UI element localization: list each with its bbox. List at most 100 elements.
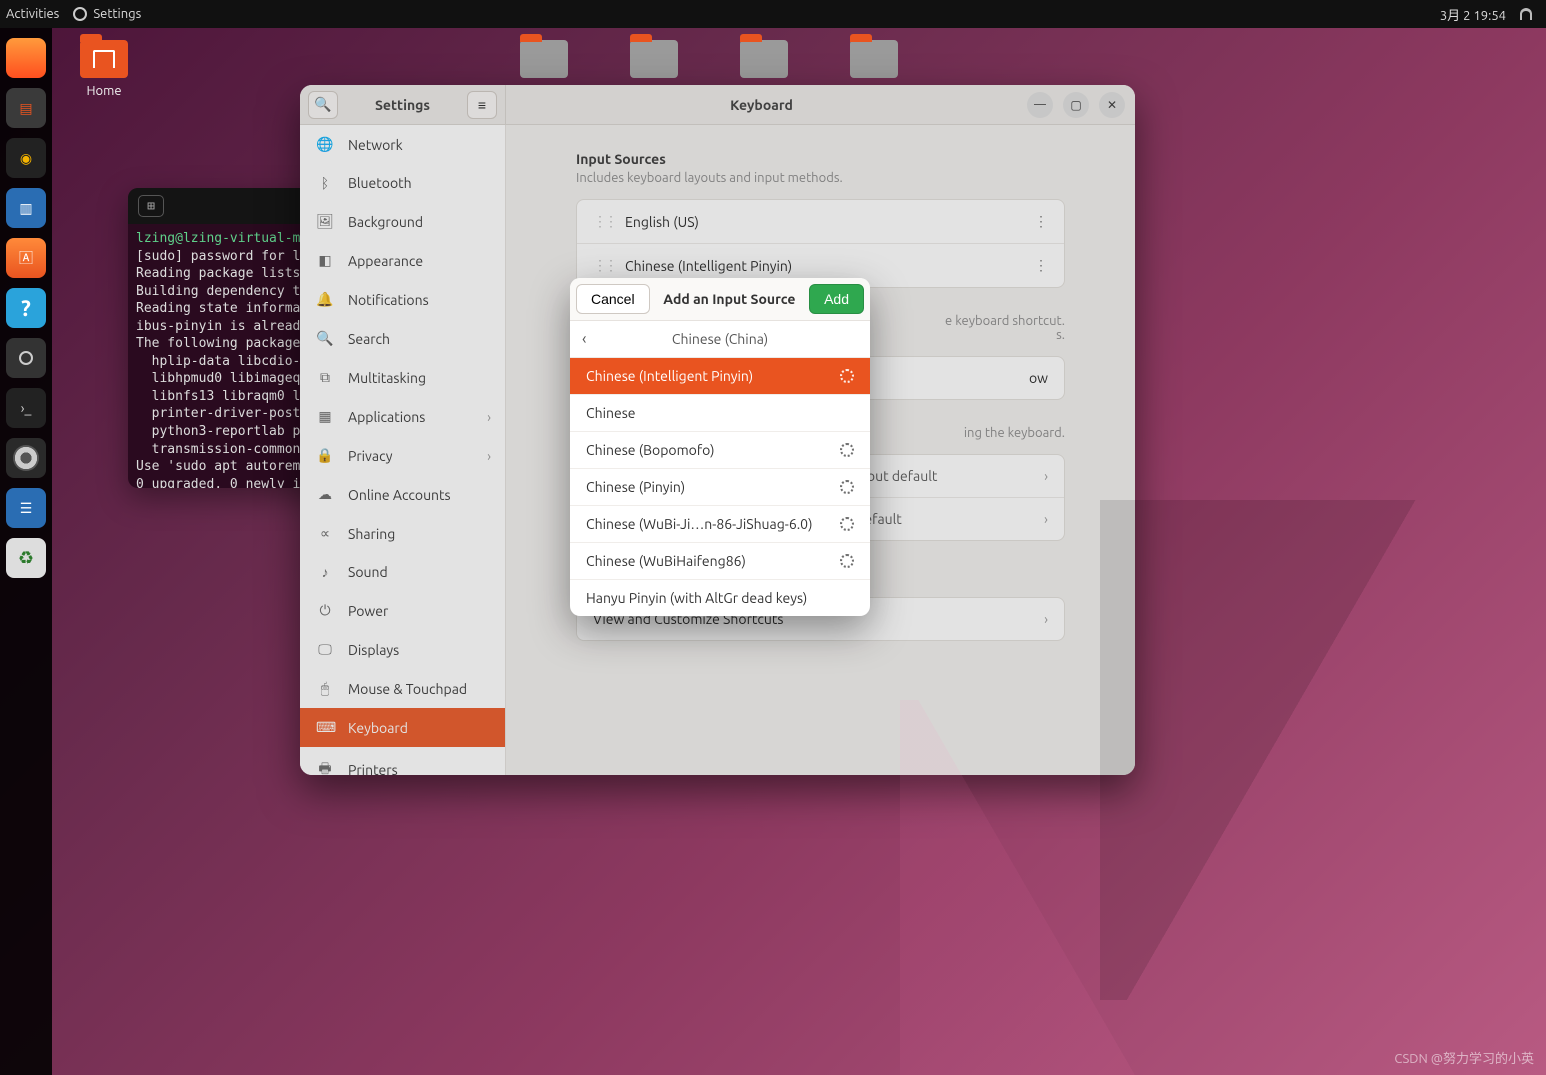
sidebar-item-network[interactable]: 🌐 Network [300, 125, 505, 164]
sidebar-icon: 🔍 [316, 330, 334, 347]
sidebar-item-label: Privacy [348, 448, 392, 464]
input-source-option[interactable]: Chinese (Intelligent Pinyin) [570, 358, 870, 395]
input-sources-title: Input Sources [576, 151, 1065, 167]
sidebar-item-applications[interactable]: ▦Applications› [300, 397, 505, 436]
bell-icon[interactable] [1520, 8, 1532, 20]
close-button[interactable]: ✕ [1099, 92, 1125, 118]
dock: ▤ ◉ ▥ 🄰 ? ›_ ☰ ♻ [0, 28, 52, 1075]
sidebar-icon: ⧉ [316, 369, 334, 386]
dock-todo[interactable]: ☰ [6, 488, 46, 528]
add-input-source-dialog: Cancel Add an Input Source Add ‹ Chinese… [570, 278, 870, 616]
input-source-option[interactable]: Hanyu Pinyin (with AltGr dead keys) [570, 580, 870, 616]
home-folder-icon [80, 40, 128, 78]
dialog-header: Cancel Add an Input Source Add [570, 278, 870, 321]
input-source-label: English (US) [625, 214, 699, 230]
more-icon[interactable]: ⋮ [1034, 257, 1048, 274]
input-source-row[interactable]: ⋮⋮ English (US) ⋮ [577, 200, 1064, 244]
dock-trash[interactable]: ♻ [6, 538, 46, 578]
sidebar-icon: 🖱 [316, 680, 334, 697]
sidebar-item-search[interactable]: 🔍Search [300, 319, 505, 358]
desktop-home[interactable]: Home [80, 40, 128, 98]
dock-terminal[interactable]: ›_ [6, 388, 46, 428]
dialog-subheader: ‹ Chinese (China) [570, 321, 870, 358]
drag-handle-icon[interactable]: ⋮⋮ [593, 257, 615, 274]
dialog-title: Add an Input Source [650, 291, 809, 307]
sidebar-item-label: Printers [348, 762, 398, 775]
settings-sidebar: 🌐 Network ᛒBluetooth 🖼 Background ◧Appearance… [300, 125, 506, 775]
gear-icon [840, 369, 854, 383]
sidebar-item-printers[interactable]: 🖶Printers [300, 747, 505, 775]
panel-title: Keyboard [506, 97, 1017, 113]
dock-libreoffice[interactable]: ▥ [6, 188, 46, 228]
chevron-right-icon: › [487, 448, 491, 464]
desktop-folder-4[interactable] [850, 40, 898, 84]
sidebar-item-label: Power [348, 603, 388, 619]
chevron-right-icon: › [1044, 468, 1048, 484]
sidebar-icon: 🖵 [316, 641, 334, 658]
hamburger-button[interactable]: ≡ [467, 91, 497, 119]
sidebar-item-power[interactable]: ⏻Power [300, 591, 505, 630]
maximize-button[interactable]: ▢ [1063, 92, 1089, 118]
gear-icon [840, 443, 854, 457]
sidebar-item-label: Background [348, 214, 423, 230]
option-label: Chinese (Pinyin) [586, 479, 685, 495]
sidebar-item-appearance[interactable]: ◧Appearance [300, 241, 505, 280]
search-button[interactable]: 🔍 [308, 91, 338, 119]
sidebar-icon: 🔒 [316, 447, 334, 464]
sidebar-item-sharing[interactable]: ∝Sharing [300, 514, 505, 553]
sidebar-item-bluetooth[interactable]: ᛒBluetooth [300, 164, 505, 202]
sidebar-item-label: Displays [348, 642, 399, 658]
sidebar-item-displays[interactable]: 🖵 Displays [300, 630, 505, 669]
dock-files[interactable]: ▤ [6, 88, 46, 128]
sidebar-icon: ▦ [316, 408, 334, 425]
dock-firefox[interactable] [6, 38, 46, 78]
more-icon[interactable]: ⋮ [1034, 213, 1048, 230]
desktop-folder-1[interactable] [520, 40, 568, 84]
option-label: Chinese (WuBiHaifeng86) [586, 553, 746, 569]
sidebar-item-sound[interactable]: ♪Sound [300, 553, 505, 591]
dock-software[interactable]: 🄰 [6, 238, 46, 278]
input-source-label: Chinese (Intelligent Pinyin) [625, 258, 792, 274]
dock-discs[interactable] [6, 438, 46, 478]
dock-settings[interactable] [6, 338, 46, 378]
sidebar-item-label: Keyboard [348, 720, 408, 736]
settings-titlebar[interactable]: 🔍 Settings ≡ Keyboard — ▢ ✕ [300, 85, 1135, 125]
desktop-folder-2[interactable] [630, 40, 678, 84]
sidebar-icon: 🌐 [316, 136, 334, 153]
cancel-button[interactable]: Cancel [576, 284, 650, 314]
sidebar-item-online-accounts[interactable]: ☁Online Accounts [300, 475, 505, 514]
terminal-new-tab[interactable]: ⊞ [138, 195, 164, 217]
watermark: CSDN @努力学习的小英 [1394, 1048, 1534, 1067]
dock-help[interactable]: ? [6, 288, 46, 328]
sidebar-item-keyboard[interactable]: ⌨ Keyboard [300, 708, 505, 747]
back-button[interactable]: ‹ [582, 330, 587, 348]
add-button[interactable]: Add [809, 284, 864, 314]
sidebar-item-label: Network [348, 137, 403, 153]
input-source-option[interactable]: Chinese [570, 395, 870, 432]
input-source-option[interactable]: Chinese (WuBiHaifeng86) [570, 543, 870, 580]
chevron-right-icon: › [1044, 611, 1048, 627]
dock-rhythmbox[interactable]: ◉ [6, 138, 46, 178]
sidebar-item-privacy[interactable]: 🔒 Privacy › [300, 436, 505, 475]
desktop-folder-3[interactable] [740, 40, 788, 84]
sidebar-item-label: Appearance [348, 253, 423, 269]
input-source-option[interactable]: Chinese (WuBi-Ji…n-86-JiShuag-6.0) [570, 506, 870, 543]
active-app-menu[interactable]: Settings [73, 7, 141, 21]
sidebar-item-label: Sound [348, 564, 388, 580]
input-source-option[interactable]: Chinese (Bopomofo) [570, 432, 870, 469]
gear-icon [840, 517, 854, 531]
input-source-option[interactable]: Chinese (Pinyin) [570, 469, 870, 506]
language-group-label: Chinese (China) [672, 331, 768, 347]
chevron-right-icon: › [487, 409, 491, 425]
minimize-button[interactable]: — [1027, 92, 1053, 118]
activities-button[interactable]: Activities [6, 7, 59, 21]
sidebar-item-notifications[interactable]: 🔔Notifications [300, 280, 505, 319]
option-label: Hanyu Pinyin (with AltGr dead keys) [586, 590, 807, 606]
clock[interactable]: 3月 2 19:54 [1440, 5, 1506, 24]
sidebar-icon: 🖼 [316, 213, 334, 230]
sidebar-item-mouse-touchpad[interactable]: 🖱Mouse & Touchpad [300, 669, 505, 708]
sidebar-item-multitasking[interactable]: ⧉Multitasking [300, 358, 505, 397]
sidebar-item-background[interactable]: 🖼 Background [300, 202, 505, 241]
sidebar-icon: ⌨ [316, 719, 334, 736]
drag-handle-icon[interactable]: ⋮⋮ [593, 213, 615, 230]
